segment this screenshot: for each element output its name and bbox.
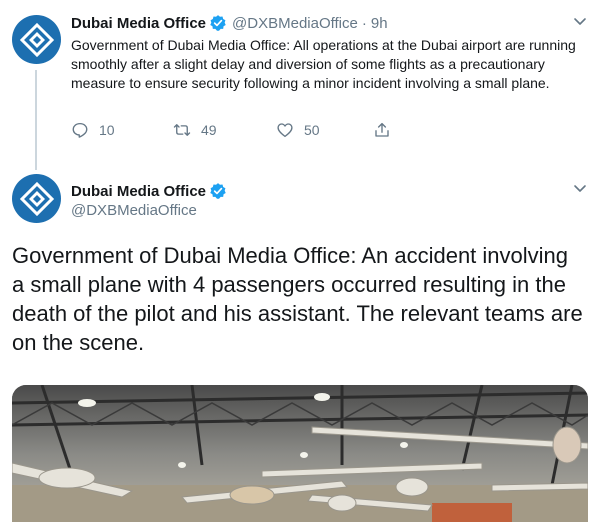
reply-count: 10: [99, 122, 115, 138]
verified-badge-icon: [210, 183, 226, 199]
hangar-gliders-image: [12, 385, 588, 522]
heart-icon: [277, 123, 293, 138]
tweet-actions: 10 49 50: [71, 121, 401, 139]
avatar[interactable]: [12, 174, 61, 223]
dubai-media-office-logo-icon: [19, 181, 54, 216]
chevron-down-icon[interactable]: [573, 17, 587, 27]
tweet-text: Government of Dubai Media Office: All op…: [71, 37, 576, 91]
tweet-header: Dubai Media Office: [71, 182, 227, 200]
reply-icon: [72, 122, 88, 138]
separator-dot: ·: [361, 14, 367, 32]
retweet-button[interactable]: 49: [173, 121, 276, 139]
tweet-text: Government of Dubai Media Office: An acc…: [12, 243, 583, 355]
like-count: 50: [304, 122, 320, 138]
thread-line: [35, 70, 37, 170]
author-handle[interactable]: @DXBMediaOffice: [71, 202, 197, 219]
chevron-down-icon[interactable]: [573, 184, 587, 194]
share-button[interactable]: [373, 121, 401, 139]
retweet-icon: [173, 124, 191, 136]
dubai-media-office-logo-icon: [19, 22, 54, 57]
verified-badge-icon: [210, 15, 226, 31]
tweet-header: Dubai Media Office @DXBMediaOffice · 9h: [71, 14, 388, 32]
author-name[interactable]: Dubai Media Office: [71, 183, 206, 200]
reply-button[interactable]: 10: [71, 121, 173, 139]
retweet-count: 49: [201, 122, 217, 138]
like-button[interactable]: 50: [276, 121, 373, 139]
share-icon: [375, 122, 389, 137]
timestamp[interactable]: 9h: [371, 15, 388, 32]
avatar[interactable]: [12, 15, 61, 64]
author-handle[interactable]: @DXBMediaOffice: [232, 15, 358, 32]
author-name[interactable]: Dubai Media Office: [71, 15, 206, 32]
tweet-photo[interactable]: [12, 385, 588, 522]
